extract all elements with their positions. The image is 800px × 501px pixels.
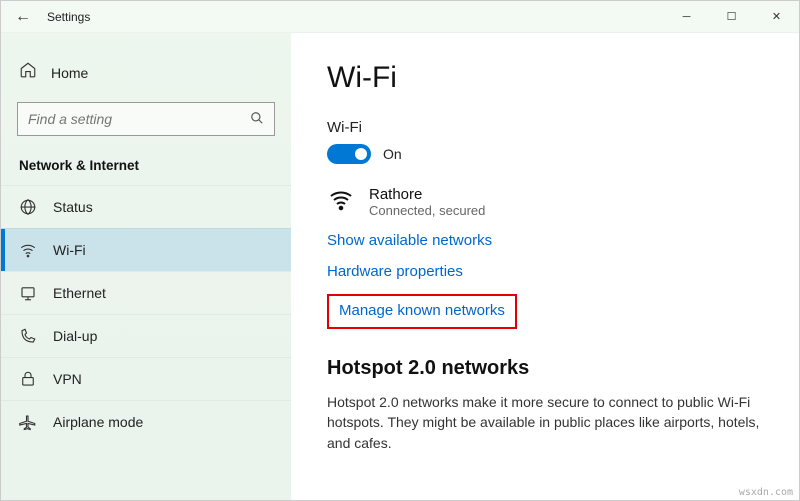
home-nav[interactable]: Home (1, 53, 291, 102)
page-title: Wi-Fi (327, 61, 763, 95)
sidebar-item-dialup[interactable]: Dial-up (1, 314, 291, 357)
wifi-toggle-state: On (383, 146, 402, 162)
sidebar-item-label: Ethernet (53, 285, 106, 301)
sidebar-item-vpn[interactable]: VPN (1, 357, 291, 400)
hotspot-title: Hotspot 2.0 networks (327, 357, 763, 380)
watermark: wsxdn.com (739, 487, 793, 498)
sidebar-item-label: Airplane mode (53, 414, 143, 430)
ethernet-icon (19, 284, 37, 302)
sidebar-item-label: Status (53, 199, 93, 215)
search-input[interactable] (28, 111, 250, 127)
sidebar-item-airplane[interactable]: Airplane mode (1, 400, 291, 443)
back-button[interactable]: ← (15, 8, 31, 26)
search-box[interactable] (17, 102, 275, 136)
current-network[interactable]: Rathore Connected, secured (327, 186, 763, 218)
dialup-icon (19, 327, 37, 345)
network-name: Rathore (369, 186, 485, 203)
window-title: Settings (47, 10, 90, 24)
wifi-signal-icon (327, 188, 355, 217)
title-bar: ← Settings ─ ☐ ✕ (1, 1, 799, 33)
sidebar: Home Network & Internet Status Wi-Fi (1, 33, 291, 500)
manage-known-link[interactable]: Manage known networks (339, 302, 505, 319)
wifi-icon (19, 241, 37, 259)
maximize-button[interactable]: ☐ (709, 1, 754, 32)
sidebar-item-label: Dial-up (53, 328, 97, 344)
wifi-toggle-label: Wi-Fi (327, 119, 763, 136)
network-status: Connected, secured (369, 203, 485, 218)
nav-list: Status Wi-Fi Ethernet Dial-up (1, 185, 291, 443)
vpn-icon (19, 370, 37, 388)
close-button[interactable]: ✕ (754, 1, 799, 32)
sidebar-item-status[interactable]: Status (1, 185, 291, 228)
sidebar-item-label: VPN (53, 371, 82, 387)
hardware-properties-link[interactable]: Hardware properties (327, 263, 763, 280)
wifi-toggle[interactable] (327, 144, 371, 164)
status-icon (19, 198, 37, 216)
search-icon (250, 111, 264, 128)
manage-known-highlight: Manage known networks (327, 294, 517, 329)
airplane-icon (19, 413, 37, 431)
sidebar-item-label: Wi-Fi (53, 242, 86, 258)
home-icon (19, 61, 37, 84)
main-content: Wi-Fi Wi-Fi On Rathore Connected, secure… (291, 33, 799, 500)
section-header: Network & Internet (1, 154, 291, 185)
hotspot-description: Hotspot 2.0 networks make it more secure… (327, 392, 763, 453)
window-controls: ─ ☐ ✕ (664, 1, 799, 32)
sidebar-item-wifi[interactable]: Wi-Fi (1, 228, 291, 271)
home-label: Home (51, 65, 88, 81)
show-available-link[interactable]: Show available networks (327, 232, 763, 249)
minimize-button[interactable]: ─ (664, 1, 709, 32)
sidebar-item-ethernet[interactable]: Ethernet (1, 271, 291, 314)
